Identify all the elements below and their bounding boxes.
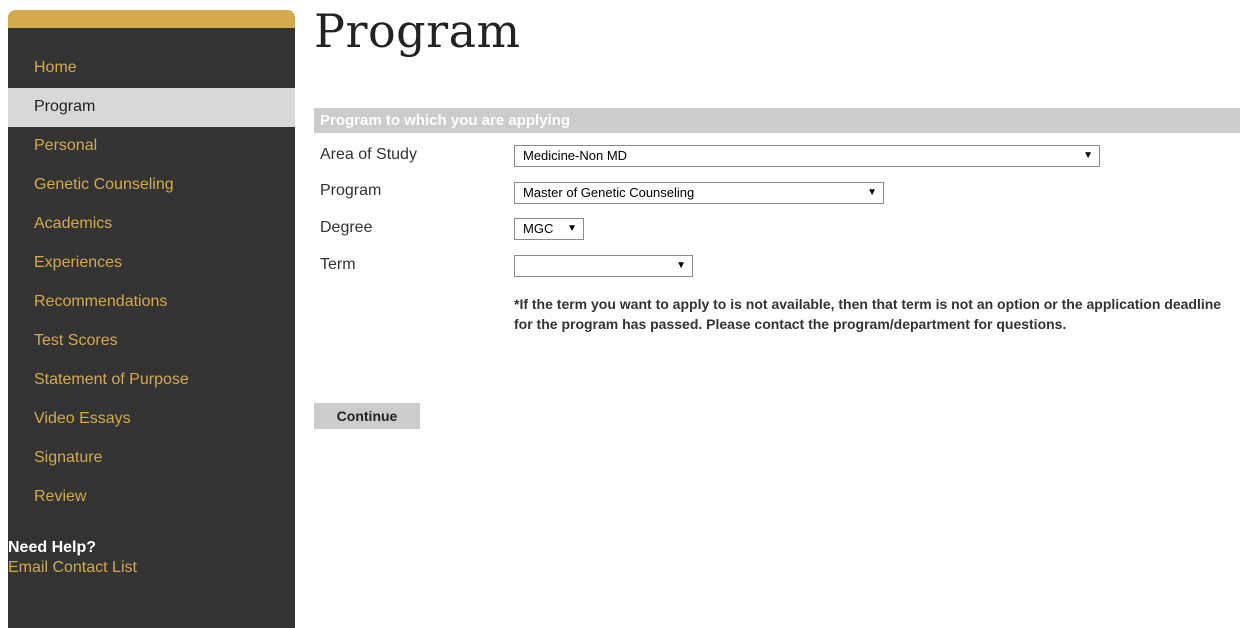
degree-value: MGC — [523, 221, 554, 236]
sidebar-item-signature[interactable]: Signature — [8, 439, 295, 478]
area-of-study-label: Area of Study — [320, 146, 417, 163]
area-of-study-select[interactable]: Medicine-Non MD ▼ — [514, 145, 1100, 167]
sidebar-nav: Home Program Personal Genetic Counseling… — [8, 49, 295, 517]
sidebar-item-video-essays[interactable]: Video Essays — [8, 400, 295, 439]
sidebar-item-academics[interactable]: Academics — [8, 205, 295, 244]
sidebar-item-genetic-counseling[interactable]: Genetic Counseling — [8, 166, 295, 205]
sidebar-item-home[interactable]: Home — [8, 49, 295, 88]
degree-select[interactable]: MGC ▼ — [514, 218, 584, 240]
sidebar-item-test-scores[interactable]: Test Scores — [8, 322, 295, 361]
email-contact-list-link[interactable]: Email Contact List — [8, 558, 137, 578]
term-availability-note: *If the term you want to apply to is not… — [514, 296, 1222, 332]
program-value: Master of Genetic Counseling — [523, 185, 695, 200]
dropdown-arrow-icon: ▼ — [567, 223, 577, 234]
sidebar-item-recommendations[interactable]: Recommendations — [8, 283, 295, 322]
sidebar-item-program[interactable]: Program — [8, 88, 295, 127]
sidebar-item-experiences[interactable]: Experiences — [8, 244, 295, 283]
term-label: Term — [320, 256, 356, 273]
continue-button[interactable]: Continue — [314, 403, 420, 429]
help-title: Need Help? — [8, 539, 97, 556]
dropdown-arrow-icon: ▼ — [676, 260, 686, 271]
page-title: Program — [314, 4, 521, 58]
sidebar-item-personal[interactable]: Personal — [8, 127, 295, 166]
sidebar-item-review[interactable]: Review — [8, 478, 295, 517]
sidebar-item-statement-of-purpose[interactable]: Statement of Purpose — [8, 361, 295, 400]
degree-label: Degree — [320, 219, 373, 236]
help-section: Need Help? Email Contact List — [8, 538, 137, 578]
area-of-study-value: Medicine-Non MD — [523, 148, 628, 163]
sidebar-accent-bar — [8, 10, 295, 28]
term-select[interactable]: ▼ — [514, 255, 693, 277]
dropdown-arrow-icon: ▼ — [867, 187, 877, 198]
sidebar: Home Program Personal Genetic Counseling… — [8, 10, 295, 628]
program-label: Program — [320, 182, 382, 199]
program-select[interactable]: Master of Genetic Counseling ▼ — [514, 182, 884, 204]
dropdown-arrow-icon: ▼ — [1083, 150, 1093, 161]
section-header: Program to which you are applying — [314, 108, 1240, 133]
